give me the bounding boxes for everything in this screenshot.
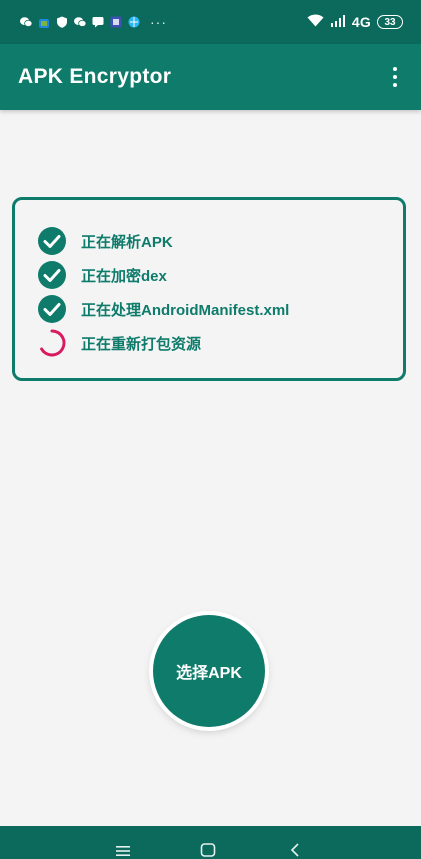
wechat-icon [20, 16, 32, 28]
loading-spinner-icon [37, 328, 67, 358]
check-circle-icon [37, 226, 67, 256]
shopping-bag-icon [38, 16, 50, 28]
notification-icons: ··· [20, 14, 167, 30]
step-label: 正在处理AndroidManifest.xml [81, 301, 290, 319]
signal-icon [330, 14, 346, 30]
system-status: 4G 33 [307, 14, 403, 30]
menu-icon[interactable] [116, 845, 130, 857]
battery-indicator: 33 [377, 15, 403, 29]
step-label: 正在解析APK [81, 233, 173, 251]
app-title: APK Encryptor [18, 65, 172, 88]
shield-icon [56, 16, 68, 28]
status-bar: ··· 4G 33 [0, 0, 421, 44]
home-icon[interactable] [200, 843, 216, 857]
back-icon[interactable] [290, 843, 300, 857]
overflow-menu-icon[interactable] [389, 65, 401, 89]
step-item: 正在处理AndroidManifest.xml [37, 292, 403, 326]
navigation-bar [0, 826, 421, 859]
wifi-icon [307, 14, 324, 30]
more-notifications-icon: ··· [150, 14, 167, 30]
network-type: 4G [351, 14, 371, 30]
message-icon [92, 16, 104, 28]
screen: ··· 4G 33 APK Encryptor 正在解析APK 正在加密dex … [0, 0, 421, 859]
step-item: 正在重新打包资源 [37, 326, 403, 360]
select-apk-button[interactable]: 选择APK [153, 615, 265, 727]
step-label: 正在重新打包资源 [81, 335, 202, 353]
check-circle-icon [37, 260, 67, 290]
step-item: 正在解析APK [37, 224, 403, 258]
wechat-icon [74, 16, 86, 28]
app-icon [110, 16, 122, 28]
step-item: 正在加密dex [37, 258, 403, 292]
browser-icon [128, 16, 140, 28]
check-circle-icon [37, 294, 67, 324]
step-label: 正在加密dex [81, 267, 167, 285]
app-bar: APK Encryptor [0, 44, 421, 110]
progress-card: 正在解析APK 正在加密dex 正在处理AndroidManifest.xml … [12, 197, 406, 381]
